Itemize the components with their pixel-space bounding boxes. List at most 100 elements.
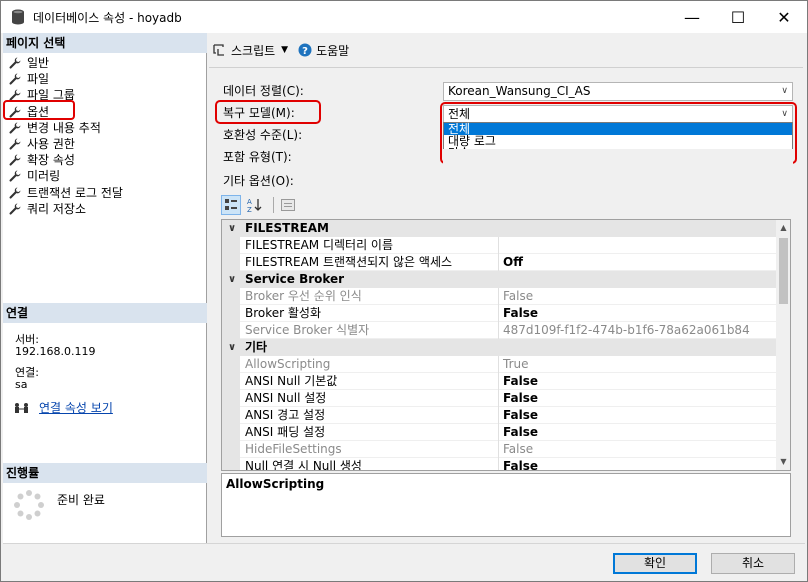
- category-name: Service Broker: [245, 272, 345, 286]
- nav-item[interactable]: 변경 내용 추적: [9, 120, 101, 136]
- property-value[interactable]: False: [503, 424, 538, 441]
- grid-row[interactable]: ANSI 경고 설정 False: [222, 407, 776, 424]
- script-dropdown-icon[interactable]: ▼: [281, 45, 288, 55]
- script-icon: [213, 44, 224, 56]
- grid-row[interactable]: Service Broker 식별자 487d109f-f1f2-474b-b1f…: [222, 322, 776, 339]
- nav-item[interactable]: 트랜잭션 로그 전달: [9, 185, 123, 201]
- alphabetical-button[interactable]: A Z: [245, 195, 265, 215]
- nav-item-label: 미러링: [27, 169, 61, 184]
- cancel-button[interactable]: 취소: [711, 553, 795, 574]
- collapse-icon[interactable]: ∨: [228, 339, 236, 356]
- progress-spinner-icon: [14, 490, 44, 520]
- svg-text:Z: Z: [247, 206, 252, 213]
- scroll-up-icon[interactable]: ▲: [776, 220, 790, 236]
- view-connection-properties-link[interactable]: 연결 속성 보기: [39, 399, 113, 416]
- property-name: FILESTREAM 트랜잭션되지 않은 액세스: [245, 255, 453, 269]
- dialog-window: 데이터베이스 속성 - hoyadb — ☐ ✕ 페이지 선택 일반 파일 파일 그…: [0, 0, 808, 582]
- minimize-button[interactable]: —: [669, 1, 715, 33]
- property-value[interactable]: False: [503, 458, 538, 470]
- property-pages-button[interactable]: [278, 195, 298, 215]
- script-button[interactable]: 스크립트 ▼: [211, 42, 288, 59]
- property-value[interactable]: Off: [503, 254, 523, 271]
- nav-item[interactable]: 확장 속성: [9, 152, 75, 168]
- grid-category[interactable]: ∨ Service Broker: [222, 271, 776, 288]
- row-gutter: [222, 424, 240, 441]
- property-value[interactable]: False: [503, 407, 538, 424]
- property-grid: ∨ FILESTREAM FILESTREAM 디렉터리 이름 FILESTREAM …: [221, 219, 791, 471]
- property-value: True: [503, 357, 529, 371]
- property-name: ANSI 경고 설정: [245, 408, 326, 422]
- wrench-icon: [9, 154, 21, 166]
- row-gutter: [222, 356, 240, 373]
- column-divider: [498, 237, 499, 254]
- grid-row[interactable]: Null 연결 시 Null 생성 False: [222, 458, 776, 471]
- recovery-label-highlight: [215, 100, 321, 124]
- grid-toolbar: A Z: [221, 194, 302, 216]
- property-value[interactable]: False: [503, 390, 538, 407]
- row-gutter: [222, 407, 240, 424]
- ok-button[interactable]: 확인: [613, 553, 697, 574]
- grid-row[interactable]: ANSI Null 설정 False: [222, 390, 776, 407]
- property-name: Null 연결 시 Null 생성: [245, 459, 362, 471]
- property-value: False: [503, 289, 534, 303]
- window-title: 데이터베이스 속성 - hoyadb: [33, 11, 182, 25]
- help-icon: ?: [298, 43, 312, 57]
- selected-page-highlight: [3, 100, 75, 120]
- view-connection-properties[interactable]: 연결 속성 보기: [13, 399, 113, 416]
- property-name: ANSI Null 설정: [245, 391, 327, 405]
- column-divider: [498, 441, 499, 458]
- collation-value: Korean_Wansung_CI_AS: [448, 84, 591, 98]
- grid-row[interactable]: HideFileSettings False: [222, 441, 776, 458]
- nav-item-label: 트랜잭션 로그 전달: [27, 185, 123, 200]
- property-value[interactable]: False: [503, 373, 538, 390]
- scroll-down-icon[interactable]: ▼: [776, 454, 790, 470]
- column-divider: [498, 424, 499, 441]
- property-name: ANSI 패딩 설정: [245, 425, 326, 439]
- column-divider: [498, 322, 499, 339]
- sort-alphabetical-icon: A Z: [247, 198, 262, 213]
- progress-status: 준비 완료: [57, 493, 105, 507]
- connection-header: 연결: [3, 303, 207, 323]
- column-divider: [498, 254, 499, 271]
- maximize-icon: ☐: [730, 7, 746, 27]
- grid-row[interactable]: Broker 우선 순위 인식 False: [222, 288, 776, 305]
- collation-select[interactable]: Korean_Wansung_CI_AS ∨: [443, 82, 793, 101]
- grid-category[interactable]: ∨ FILESTREAM: [222, 220, 776, 237]
- grid-category[interactable]: ∨ 기타: [222, 339, 776, 356]
- grid-row[interactable]: ANSI Null 기본값 False: [222, 373, 776, 390]
- svg-text:A: A: [247, 198, 252, 206]
- collapse-icon[interactable]: ∨: [228, 220, 236, 237]
- nav-item-label: 파일: [27, 72, 50, 87]
- maximize-button[interactable]: ☐: [715, 1, 761, 33]
- category-name: FILESTREAM: [245, 221, 329, 235]
- nav-item[interactable]: 미러링: [9, 168, 60, 184]
- nav-item[interactable]: 사용 권한: [9, 136, 75, 152]
- nav-item-label: 변경 내용 추적: [27, 120, 101, 135]
- help-button[interactable]: ? 도움말: [298, 42, 349, 59]
- grid-row[interactable]: Broker 활성화 False: [222, 305, 776, 322]
- row-gutter: [222, 305, 240, 322]
- grid-row[interactable]: AllowScripting True: [222, 356, 776, 373]
- scroll-thumb[interactable]: [779, 238, 788, 304]
- nav-item[interactable]: 파일: [9, 71, 49, 87]
- nav-item[interactable]: 일반: [9, 55, 49, 71]
- grid-scrollbar[interactable]: ▲ ▼: [776, 220, 790, 470]
- categorized-button[interactable]: [221, 195, 241, 215]
- column-divider: [498, 373, 499, 390]
- close-button[interactable]: ✕: [761, 1, 807, 33]
- progress-header: 진행률: [3, 463, 207, 483]
- nav-item-label: 쿼리 저장소: [27, 201, 87, 216]
- toolbar-separator: [209, 67, 803, 68]
- property-value[interactable]: False: [503, 305, 538, 322]
- grid-row[interactable]: FILESTREAM 디렉터리 이름: [222, 237, 776, 254]
- containment-select[interactable]: [443, 149, 793, 168]
- row-gutter: [222, 322, 240, 339]
- collapse-icon[interactable]: ∨: [228, 271, 236, 288]
- column-divider: [498, 458, 499, 470]
- toolbar-divider: [273, 197, 274, 213]
- nav-item[interactable]: 쿼리 저장소: [9, 201, 86, 217]
- grid-row[interactable]: FILESTREAM 트랜잭션되지 않은 액세스 Off: [222, 254, 776, 271]
- grid-row[interactable]: ANSI 패딩 설정 False: [222, 424, 776, 441]
- left-panel: 페이지 선택 일반 파일 파일 그룹 옵션 변경 내용 추적 사용 권한 확장 속성 미러링 트…: [3, 33, 207, 543]
- column-divider: [498, 407, 499, 424]
